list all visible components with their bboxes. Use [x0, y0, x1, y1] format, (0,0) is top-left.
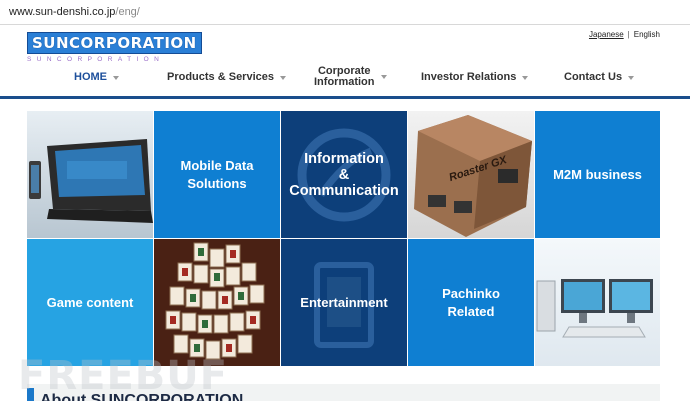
nav-contact-label: Contact Us	[564, 71, 623, 83]
mahjong-tiles-icon	[154, 239, 280, 366]
nav-home-label: HOME	[74, 71, 107, 83]
chevron-down-icon	[380, 75, 387, 79]
logo-wordmark: SUNCORPORATION	[27, 32, 202, 54]
tile-entertainment[interactable]: Entertainment	[281, 239, 407, 366]
tile-router-image[interactable]: Roaster GX	[408, 111, 534, 238]
nav-products-services[interactable]: Products & Services	[167, 72, 286, 83]
tile-mobile-data-label: Mobile Data Solutions	[180, 157, 254, 191]
watermark: FREEBUF	[18, 353, 229, 399]
lang-english[interactable]: English	[634, 30, 660, 39]
nav-investor-relations[interactable]: Investor Relations	[421, 71, 529, 83]
chevron-down-icon	[113, 75, 119, 80]
tile-game-label: Game content	[46, 294, 134, 310]
business-tiles: Mobile Data Solutions Information & Communi…	[27, 111, 660, 367]
tile-pachinko-related[interactable]: Pachinko Related	[408, 239, 534, 366]
lang-japanese-link[interactable]: Japanese	[589, 30, 624, 39]
nav-divider	[0, 96, 690, 99]
nav-contact-us[interactable]: Contact Us	[564, 71, 635, 83]
tile-workstation-image[interactable]	[535, 239, 660, 366]
tile-m2m-business[interactable]: M2M business	[535, 111, 660, 238]
tile-tablet-image[interactable]	[27, 111, 153, 238]
tile-mahjong-image[interactable]	[154, 239, 280, 366]
site-header: SUNCORPORATION SUNCORPORATION Japanese | E…	[0, 26, 690, 98]
computer-workstation-icon	[536, 279, 653, 338]
site-logo[interactable]: SUNCORPORATION SUNCORPORATION	[27, 32, 202, 63]
tablet-device-icon	[29, 139, 153, 223]
chevron-down-icon	[628, 75, 635, 80]
nav-corporate-information[interactable]: Corporate Information	[314, 66, 387, 88]
nav-investor-label: Investor Relations	[421, 71, 517, 83]
tile-information-communication[interactable]: Information & Communication	[281, 111, 407, 238]
main-nav: HOME Products & Services Corporate Inform…	[0, 62, 690, 98]
nav-home[interactable]: HOME	[74, 72, 119, 83]
tile-game-content[interactable]: Game content	[27, 239, 153, 366]
tile-pachinko-label: Pachinko Related	[442, 285, 500, 319]
nav-corporate-label: Corporate Information	[314, 65, 375, 88]
chevron-down-icon	[280, 75, 286, 80]
tile-entertainment-label: Entertainment	[300, 294, 388, 310]
tile-info-comm-label: Information & Communication	[289, 150, 399, 199]
chevron-down-icon	[522, 75, 529, 80]
address-bar[interactable]: www.sun-denshi.co.jp/eng/	[0, 0, 690, 25]
language-switcher: Japanese | English	[589, 30, 660, 39]
url-host: www.sun-denshi.co.jp	[9, 6, 116, 18]
address-bar-edge	[2, 7, 6, 17]
tile-m2m-label: M2M business	[553, 166, 642, 182]
lang-separator: |	[627, 30, 630, 39]
tile-mobile-data-solutions[interactable]: Mobile Data Solutions	[154, 111, 280, 238]
nav-products-label: Products & Services	[167, 71, 274, 83]
url-path: /eng/	[115, 6, 140, 18]
